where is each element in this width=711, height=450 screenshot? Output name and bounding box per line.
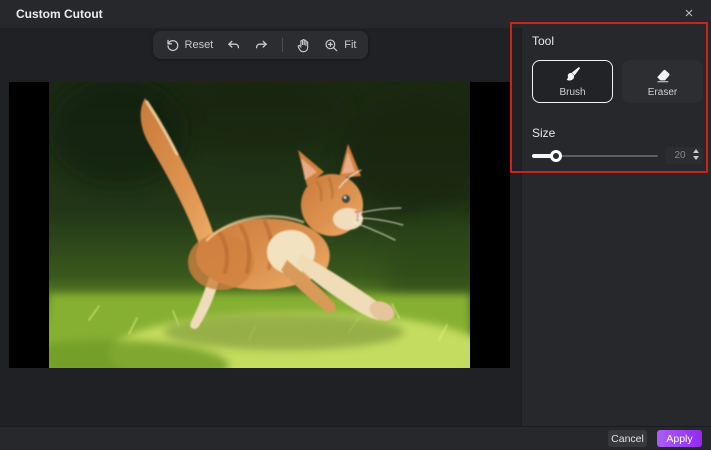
brush-label: Brush — [559, 86, 586, 98]
canvas-toolbar: Reset Fit — [152, 31, 369, 59]
undo-button[interactable] — [226, 38, 241, 53]
apply-button[interactable]: Apply — [657, 430, 702, 447]
spinner-up-icon[interactable] — [693, 149, 699, 153]
zoom-fit-icon — [325, 38, 338, 51]
brush-tool-button[interactable]: Brush — [532, 60, 613, 103]
undo-icon — [228, 40, 240, 48]
hand-pan-button[interactable] — [296, 38, 311, 53]
reset-button[interactable]: Reset — [165, 38, 214, 53]
tool-panel: Tool Brush Eraser Size 20 — [521, 28, 711, 426]
image-viewport[interactable] — [9, 82, 510, 368]
size-number-input[interactable]: 20 — [665, 147, 703, 164]
toolbar-divider — [282, 38, 284, 52]
canvas-area: Reset Fit — [0, 28, 521, 426]
close-icon[interactable]: × — [679, 4, 699, 24]
cancel-button[interactable]: Cancel — [608, 430, 647, 447]
tool-buttons: Brush Eraser — [532, 60, 703, 103]
dialog-title: Custom Cutout — [16, 7, 103, 21]
dialog-header: Custom Cutout × — [0, 0, 711, 28]
redo-button[interactable] — [254, 38, 269, 53]
brush-icon — [566, 66, 580, 81]
eraser-icon — [656, 69, 669, 82]
slider-knob[interactable] — [549, 149, 562, 162]
reset-icon — [166, 39, 178, 51]
size-section-label: Size — [532, 126, 556, 140]
fit-label: Fit — [344, 39, 357, 51]
hand-icon — [297, 38, 309, 52]
dialog-footer: Cancel Apply — [0, 426, 711, 450]
size-spinners — [693, 149, 699, 160]
size-controls: 20 — [532, 147, 703, 164]
custom-cutout-dialog: Custom Cutout × Reset Fit Tool Brush Era… — [0, 0, 711, 450]
kitten-photo — [49, 82, 470, 368]
size-slider[interactable] — [532, 148, 658, 164]
redo-icon — [256, 40, 268, 48]
tool-section-label: Tool — [532, 34, 555, 48]
eraser-tool-button[interactable]: Eraser — [622, 60, 703, 103]
zoom-fit-button[interactable]: Fit — [324, 38, 356, 53]
spinner-down-icon[interactable] — [693, 156, 699, 160]
reset-label: Reset — [184, 39, 214, 51]
eraser-label: Eraser — [647, 86, 678, 98]
